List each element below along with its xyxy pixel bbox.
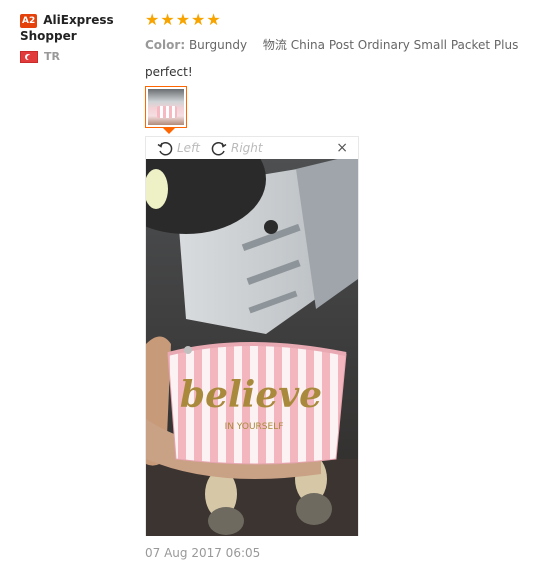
color-value: Burgundy <box>188 38 248 52</box>
review-text: perfect! <box>145 65 193 79</box>
photo-viewer: Left Right × believe IN YOURSELF <box>145 136 359 536</box>
star-icon: ★ <box>175 10 191 29</box>
rotate-left-icon <box>157 141 173 156</box>
review-photo: believe IN YOURSELF <box>146 159 358 536</box>
close-viewer-button[interactable]: × <box>336 141 348 155</box>
review-photo-image: believe IN YOURSELF <box>146 159 358 536</box>
color-label: Color: <box>145 38 186 52</box>
reviewer-name-second-line: Shopper <box>20 29 77 43</box>
pouch-sub-text: IN YOURSELF <box>225 422 284 432</box>
reviewer-name: AliExpress <box>43 13 114 27</box>
star-icon: ★ <box>191 10 206 29</box>
order-attributes: Color: Burgundy 物流 China Post Ordinary S… <box>145 36 525 53</box>
review-photo-thumbnail[interactable] <box>145 86 187 134</box>
rotate-right-icon <box>211 141 227 156</box>
star-rating: ★ ★ ★ ★ ★ <box>145 12 525 28</box>
shipping-label: 物流 <box>262 38 287 52</box>
rotate-left-button[interactable]: Left <box>156 139 200 157</box>
photo-viewer-toolbar: Left Right × <box>146 137 358 159</box>
rotate-left-label: Left <box>177 141 200 155</box>
star-icon: ★ <box>145 10 160 29</box>
thumbnail-image <box>148 89 184 125</box>
reviewer-name-row: A2 AliExpress <box>20 12 140 28</box>
rotate-right-label: Right <box>231 141 263 155</box>
thumbnail-selected-arrow-icon <box>163 128 175 134</box>
reviewer-country: TR <box>20 50 140 63</box>
star-icon: ★ <box>206 10 221 29</box>
review-content: ★ ★ ★ ★ ★ Color: Burgundy 物流 China Post … <box>145 12 525 80</box>
review-date: 07 Aug 2017 06:05 <box>145 546 261 560</box>
turkey-flag-icon <box>20 50 38 63</box>
buyer-level-badge: A2 <box>20 14 38 28</box>
country-code: TR <box>44 50 60 63</box>
rotate-right-button[interactable]: Right <box>210 139 263 157</box>
star-icon: ★ <box>160 10 175 29</box>
reviewer-info: A2 AliExpress Shopper TR <box>20 12 140 63</box>
pouch-main-text: believe <box>180 374 322 416</box>
shipping-value: China Post Ordinary Small Packet Plus <box>290 38 519 52</box>
